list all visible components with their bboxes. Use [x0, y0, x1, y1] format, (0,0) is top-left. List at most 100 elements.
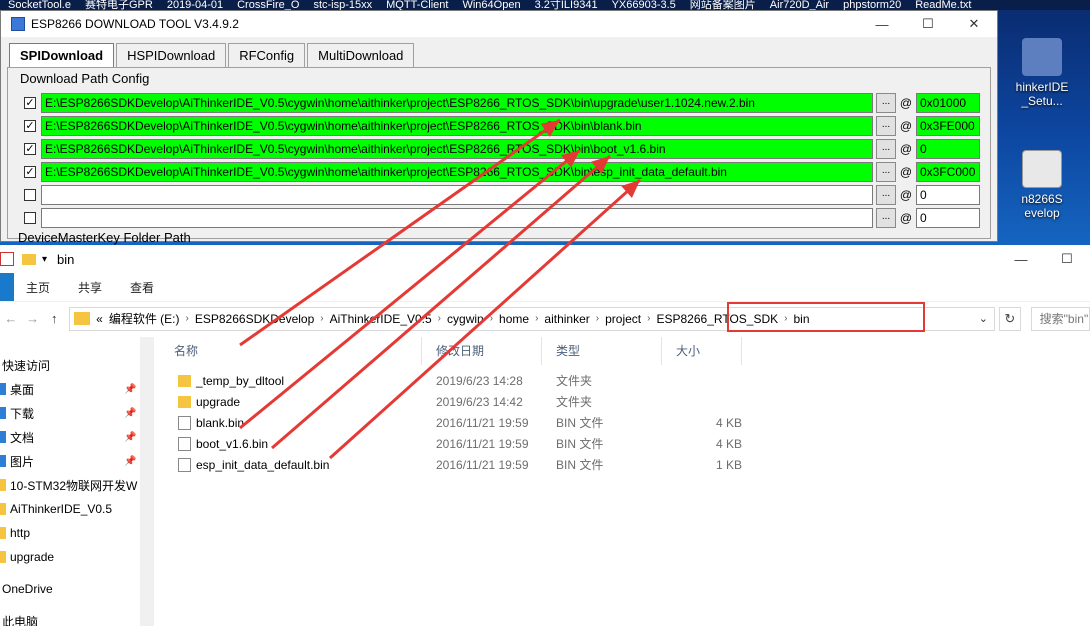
enable-checkbox[interactable]: ✓	[24, 120, 36, 132]
pin-icon[interactable]: 📌	[124, 432, 136, 443]
refresh-icon[interactable]: ↻	[998, 306, 1021, 331]
flash-address-input[interactable]: 0x3FC000	[916, 162, 980, 182]
desktop-shortcut-label[interactable]: MQTT-Client	[386, 0, 448, 10]
browse-button[interactable]: ...	[876, 116, 896, 136]
file-path-input[interactable]: E:\ESP8266SDKDevelop\AiThinkerIDE_V0.5\c…	[41, 116, 873, 136]
address-dropdown-icon[interactable]: ⌄	[979, 312, 988, 325]
maximize-button[interactable]: ☐	[905, 11, 951, 37]
up-button[interactable]: ↑	[43, 311, 65, 326]
desktop-shortcut-label[interactable]: ReadMe.txt	[915, 0, 971, 10]
file-path-input[interactable]: E:\ESP8266SDKDevelop\AiThinkerIDE_V0.5\c…	[41, 162, 873, 182]
browse-button[interactable]: ...	[876, 139, 896, 159]
desktop-shortcut-label[interactable]: 赛特电子GPR	[85, 0, 153, 10]
column-header-type[interactable]: 类型	[542, 337, 662, 365]
browse-button[interactable]: ...	[876, 208, 896, 228]
nav-item[interactable]: 下载 📌	[0, 403, 140, 423]
desktop-shortcut-label[interactable]: 2019-04-01	[167, 0, 223, 10]
breadcrumb-item[interactable]: home	[499, 312, 529, 326]
column-header-name[interactable]: 名称	[160, 337, 422, 365]
maximize-button[interactable]: ☐	[1044, 246, 1090, 272]
breadcrumb-chevron-icon[interactable]: ›	[320, 313, 323, 324]
desktop-shortcut-label[interactable]: 3.2寸ILI9341	[535, 0, 598, 10]
navigation-pane-scrollbar[interactable]	[140, 337, 154, 626]
flash-address-input[interactable]: 0	[916, 139, 980, 159]
quick-access-dropdown-icon[interactable]: ▾	[42, 254, 47, 265]
enable-checkbox[interactable]	[24, 189, 36, 201]
file-row[interactable]: upgrade 2019/6/23 14:42 文件夹	[160, 391, 1090, 412]
file-row[interactable]: esp_init_data_default.bin 2016/11/21 19:5…	[160, 454, 1090, 475]
tab-spidownload[interactable]: SPIDownload	[9, 43, 115, 67]
breadcrumb-chevron-icon[interactable]: ›	[535, 313, 538, 324]
nav-item[interactable]: upgrade	[0, 547, 140, 567]
nav-item[interactable]: 桌面 📌	[0, 379, 140, 399]
breadcrumb-chevron-icon[interactable]: ›	[490, 313, 493, 324]
minimize-button[interactable]: —	[859, 11, 905, 37]
nav-item[interactable]: 10-STM32物联网开发W	[0, 475, 140, 495]
browse-button[interactable]: ...	[876, 185, 896, 205]
search-input[interactable]: 搜索"bin"	[1030, 306, 1090, 331]
breadcrumb-chevron-icon[interactable]: ›	[596, 313, 599, 324]
browse-button[interactable]: ...	[876, 93, 896, 113]
nav-item[interactable]: 快速访问	[0, 355, 140, 375]
tab-home[interactable]: 主页	[26, 279, 50, 296]
enable-checkbox[interactable]: ✓	[24, 166, 36, 178]
desktop-icon-esp8266sdk[interactable]: n8266S evelop	[1005, 150, 1079, 220]
breadcrumb-chevron-icon[interactable]: ›	[186, 313, 189, 324]
breadcrumb-item[interactable]: AiThinkerIDE_V0.5	[330, 312, 432, 326]
tab-multidownload[interactable]: MultiDownload	[307, 43, 415, 67]
file-row[interactable]: blank.bin 2016/11/21 19:59 BIN 文件 4 KB	[160, 412, 1090, 433]
nav-item[interactable]: OneDrive	[0, 579, 140, 599]
pin-icon[interactable]: 📌	[124, 384, 136, 395]
file-path-input[interactable]: E:\ESP8266SDKDevelop\AiThinkerIDE_V0.5\c…	[41, 139, 873, 159]
nav-item[interactable]: 文档 📌	[0, 427, 140, 447]
column-header-size[interactable]: 大小	[662, 337, 742, 365]
back-button[interactable]: ←	[0, 311, 22, 326]
desktop-shortcut-label[interactable]: SocketTool.e	[8, 0, 71, 10]
flash-address-input[interactable]: 0x01000	[916, 93, 980, 113]
breadcrumb-chevron-icon[interactable]: ›	[647, 313, 650, 324]
desktop-shortcut-label[interactable]: Air720D_Air	[770, 0, 829, 10]
breadcrumb-overflow[interactable]: «	[96, 312, 103, 326]
file-tab[interactable]	[0, 273, 14, 301]
column-header-date[interactable]: 修改日期	[422, 337, 542, 365]
nav-item[interactable]: 图片 📌	[0, 451, 140, 471]
address-bar[interactable]: « 编程软件 (E:) › ESP8266SDKDevelop › AiThinkerI…	[69, 301, 995, 332]
minimize-button[interactable]: —	[998, 246, 1044, 272]
breadcrumb-item[interactable]: aithinker	[544, 312, 589, 326]
tab-share[interactable]: 共享	[78, 279, 102, 296]
desktop-shortcut-label[interactable]: Win64Open	[462, 0, 520, 10]
forward-button[interactable]: →	[22, 311, 44, 326]
nav-item[interactable]: http	[0, 523, 140, 543]
desktop-shortcut-label[interactable]: 网站备案图片	[690, 0, 756, 10]
tab-rfconfig[interactable]: RFConfig	[228, 43, 306, 67]
flash-address-input[interactable]: 0	[916, 208, 980, 228]
close-button[interactable]: ✕	[951, 11, 997, 37]
desktop-shortcut-label[interactable]: stc-isp-15xx	[313, 0, 372, 10]
file-row[interactable]: boot_v1.6.bin 2016/11/21 19:59 BIN 文件 4 KB	[160, 433, 1090, 454]
breadcrumb-item[interactable]: cygwin	[447, 312, 484, 326]
nav-item[interactable]: AiThinkerIDE_V0.5	[0, 499, 140, 519]
file-path-input[interactable]: E:\ESP8266SDKDevelop\AiThinkerIDE_V0.5\c…	[41, 93, 873, 113]
breadcrumb-chevron-icon[interactable]: ›	[438, 313, 441, 324]
browse-button[interactable]: ...	[876, 162, 896, 182]
file-row[interactable]: _temp_by_dltool 2019/6/23 14:28 文件夹	[160, 370, 1090, 391]
desktop-shortcut-label[interactable]: phpstorm20	[843, 0, 901, 10]
desktop-shortcut-label[interactable]: CrossFire_O	[237, 0, 299, 10]
pin-icon[interactable]: 📌	[124, 456, 136, 467]
breadcrumb-item[interactable]: ESP8266SDKDevelop	[195, 312, 314, 326]
tab-view[interactable]: 查看	[130, 279, 154, 296]
flash-address-input[interactable]: 0	[916, 185, 980, 205]
nav-item[interactable]: 此电脑	[0, 611, 140, 626]
file-path-input[interactable]	[41, 185, 873, 205]
enable-checkbox[interactable]	[24, 212, 36, 224]
desktop-shortcut-label[interactable]: YX66903-3.5	[612, 0, 676, 10]
enable-checkbox[interactable]: ✓	[24, 97, 36, 109]
breadcrumb-item[interactable]: 编程软件 (E:)	[109, 310, 180, 327]
breadcrumb-item[interactable]: project	[605, 312, 641, 326]
pin-icon[interactable]: 📌	[124, 408, 136, 419]
properties-icon[interactable]	[0, 252, 14, 266]
desktop-icon-aithinkeride[interactable]: hinkerIDE _Setu...	[1005, 38, 1079, 108]
tab-hspidownload[interactable]: HSPIDownload	[116, 43, 227, 67]
flash-address-input[interactable]: 0x3FE000	[916, 116, 980, 136]
file-path-input[interactable]	[41, 208, 873, 228]
